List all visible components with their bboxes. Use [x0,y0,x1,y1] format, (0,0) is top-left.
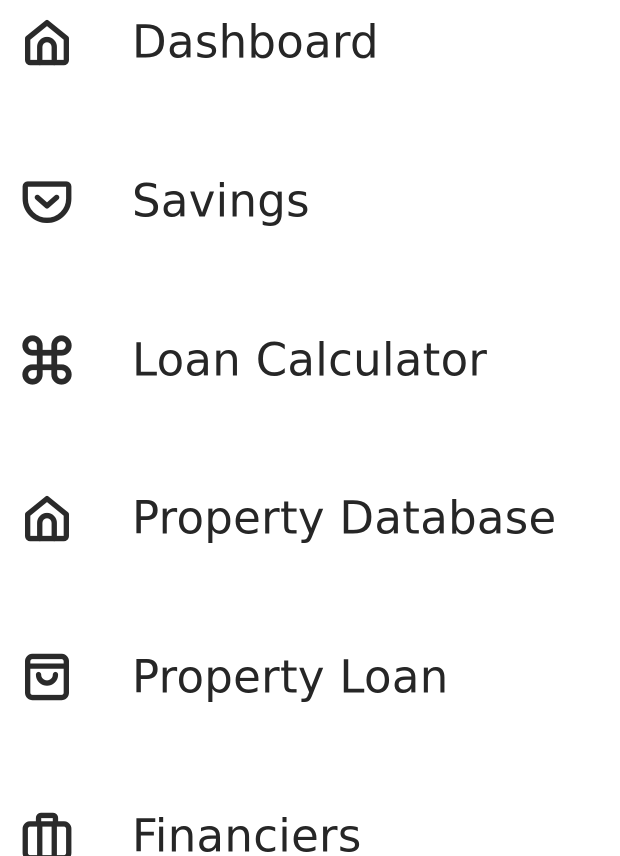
command-icon [18,331,76,389]
home-icon [18,489,76,547]
shopping-bag-icon [18,648,76,706]
sidebar-item-property-loan[interactable]: Property Loan [0,637,620,717]
sidebar-nav: Dashboard Savings Loan Calculator Proper… [0,0,620,856]
sidebar-item-savings[interactable]: Savings [0,161,620,241]
sidebar-item-label: Property Database [132,491,557,545]
sidebar-item-financiers[interactable]: Financiers [0,796,620,856]
pocket-icon [18,172,76,230]
sidebar-item-label: Financiers [132,809,362,856]
briefcase-icon [18,807,76,856]
sidebar-item-label: Loan Calculator [132,333,488,387]
home-icon [18,13,76,71]
sidebar-item-dashboard[interactable]: Dashboard [0,2,620,82]
sidebar-item-label: Savings [132,174,310,228]
sidebar-item-label: Dashboard [132,15,379,69]
sidebar-item-loan-calculator[interactable]: Loan Calculator [0,320,620,400]
sidebar-item-property-database[interactable]: Property Database [0,478,620,558]
sidebar-item-label: Property Loan [132,650,449,704]
